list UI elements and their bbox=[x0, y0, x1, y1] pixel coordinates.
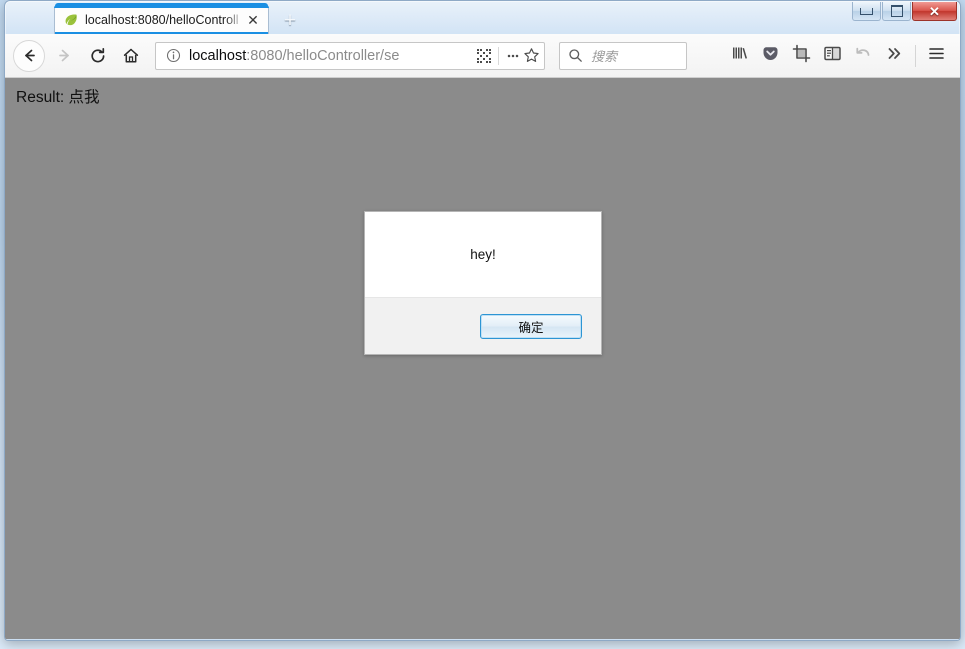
leaf-icon bbox=[63, 12, 79, 28]
browser-tab[interactable]: localhost:8080/helloControll ✕ bbox=[54, 5, 269, 34]
search-input[interactable]: 搜索 bbox=[591, 46, 617, 65]
search-icon bbox=[566, 47, 584, 65]
url-host: localhost bbox=[189, 47, 247, 64]
reload-button[interactable] bbox=[81, 41, 114, 71]
alert-dialog: hey! 确定 bbox=[364, 211, 602, 355]
overflow-button[interactable] bbox=[879, 41, 910, 71]
urlbar-separator bbox=[498, 46, 499, 65]
back-icon bbox=[21, 47, 38, 64]
alert-dialog-body: hey! bbox=[365, 212, 601, 298]
library-icon bbox=[731, 44, 749, 67]
hamburger-menu-icon bbox=[927, 44, 946, 68]
restore-button[interactable] bbox=[882, 2, 911, 21]
reload-icon bbox=[89, 47, 107, 65]
alert-dialog-footer: 确定 bbox=[365, 298, 601, 354]
ellipsis-icon[interactable] bbox=[504, 47, 522, 65]
reader-view-button[interactable] bbox=[817, 41, 848, 71]
overflow-chevrons-icon bbox=[885, 44, 904, 68]
info-icon[interactable] bbox=[164, 47, 182, 65]
home-icon bbox=[122, 47, 140, 65]
confirm-button[interactable]: 确定 bbox=[480, 313, 582, 339]
tab-title: localhost:8080/helloControll bbox=[85, 13, 239, 27]
forward-icon bbox=[56, 47, 73, 64]
window-bottom-edge bbox=[5, 639, 960, 640]
undo-button bbox=[848, 41, 879, 71]
back-button[interactable] bbox=[13, 39, 45, 72]
url-path: :8080/helloController/se bbox=[246, 47, 400, 64]
new-tab-button[interactable]: + bbox=[277, 9, 303, 31]
search-bar[interactable]: 搜索 bbox=[559, 41, 687, 70]
tab-strip: localhost:8080/helloControll ✕ + ✕ bbox=[5, 1, 960, 34]
library-button[interactable] bbox=[724, 41, 755, 71]
window-caption-buttons: ✕ bbox=[851, 2, 957, 22]
screenshot-button[interactable] bbox=[786, 41, 817, 71]
browser-window: localhost:8080/helloControll ✕ + ✕ local… bbox=[4, 0, 961, 641]
url-text: localhost:8080/helloController/se bbox=[189, 48, 475, 64]
pocket-icon bbox=[761, 44, 780, 68]
close-window-button[interactable]: ✕ bbox=[912, 2, 957, 21]
minimize-button[interactable] bbox=[852, 2, 881, 21]
result-label: Result: 点我 bbox=[16, 89, 100, 106]
star-icon[interactable] bbox=[522, 47, 540, 65]
alert-message: hey! bbox=[470, 247, 496, 262]
minimize-icon bbox=[860, 7, 873, 15]
qr-code-icon[interactable] bbox=[475, 47, 493, 65]
forward-button bbox=[48, 41, 81, 71]
close-icon: ✕ bbox=[929, 3, 940, 19]
reader-view-icon bbox=[823, 44, 842, 68]
app-menu-button[interactable] bbox=[921, 41, 952, 71]
home-button[interactable] bbox=[114, 41, 147, 71]
pocket-button[interactable] bbox=[755, 41, 786, 71]
toolbar-right-group bbox=[724, 41, 952, 71]
toolbar-separator bbox=[915, 44, 916, 67]
restore-icon bbox=[890, 5, 903, 17]
navigation-toolbar: localhost:8080/helloController/se 搜索 bbox=[5, 34, 960, 78]
screenshot-icon bbox=[792, 44, 811, 68]
undo-icon bbox=[854, 44, 873, 68]
tab-close-icon[interactable]: ✕ bbox=[244, 11, 262, 29]
url-bar[interactable]: localhost:8080/helloController/se bbox=[155, 41, 545, 70]
page-content: Result: 点我 hey! 确定 bbox=[5, 78, 960, 639]
